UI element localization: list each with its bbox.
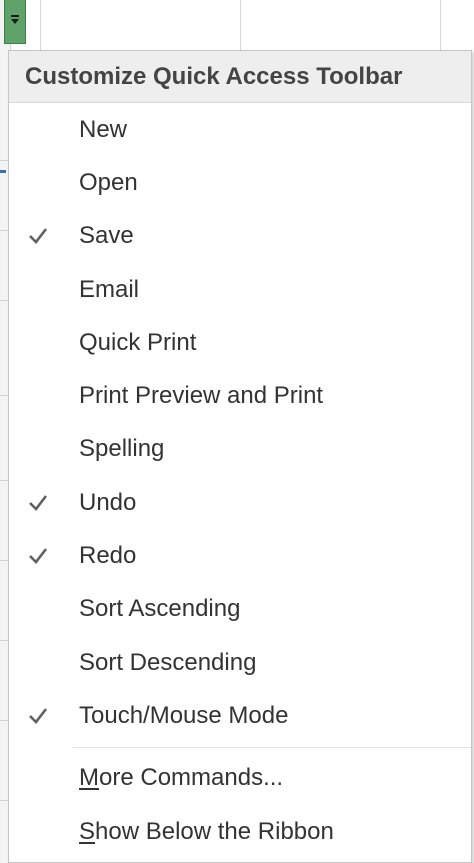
menu-item-label: Sort Descending [79, 648, 257, 676]
menu-item-label: Undo [79, 488, 137, 516]
checkmark-icon [29, 708, 48, 724]
menu-item-show-below-ribbon[interactable]: Show Below the Ribbon [9, 805, 471, 858]
menu-item-label: Save [79, 222, 134, 250]
menu-item-spelling[interactable]: Spelling [9, 423, 471, 476]
menu-item-more-commands[interactable]: More Commands... [9, 752, 471, 805]
customize-qat-menu: Customize Quick Access Toolbar New Open Sa… [8, 50, 472, 863]
menu-item-label: New [79, 115, 128, 143]
menu-item-save[interactable]: Save [9, 210, 471, 263]
menu-item-undo[interactable]: Undo [9, 476, 471, 529]
menu-item-sort-descending[interactable]: Sort Descending [9, 636, 471, 689]
menu-item-quick-print[interactable]: Quick Print [9, 316, 471, 369]
dropdown-arrow-icon [11, 15, 19, 24]
checkmark-icon [29, 494, 48, 511]
menu-item-touch-mouse-mode[interactable]: Touch/Mouse Mode [9, 689, 471, 742]
menu-item-print-preview-and-print[interactable]: Print Preview and Print [9, 369, 471, 422]
menu-separator [73, 746, 471, 748]
menu-item-label: Email [79, 275, 140, 303]
menu-item-label: Spelling [79, 435, 165, 463]
checkmark-icon [29, 228, 48, 245]
menu-item-sort-ascending[interactable]: Sort Ascending [9, 583, 471, 636]
checkmark-icon [29, 548, 48, 564]
menu-item-label: Print Preview and Print [79, 382, 324, 410]
menu-item-label: Show Below the Ribbon [79, 817, 334, 845]
customize-qat-dropdown-button[interactable] [4, 0, 26, 44]
menu-item-label: Touch/Mouse Mode [79, 701, 289, 729]
menu-item-new[interactable]: New [9, 103, 471, 156]
menu-item-email[interactable]: Email [9, 263, 471, 316]
menu-item-label: More Commands... [79, 764, 284, 792]
menu-item-list: New Open Save Email Quick Print Print Preview… [9, 103, 471, 743]
menu-item-label: Open [79, 168, 138, 196]
menu-item-label: Quick Print [79, 328, 197, 356]
menu-item-label: Sort Ascending [79, 595, 241, 623]
menu-item-label: Redo [79, 542, 137, 570]
menu-item-open[interactable]: Open [9, 156, 471, 209]
menu-title: Customize Quick Access Toolbar [9, 51, 471, 103]
menu-item-redo[interactable]: Redo [9, 529, 471, 582]
cell-marker [0, 170, 6, 173]
